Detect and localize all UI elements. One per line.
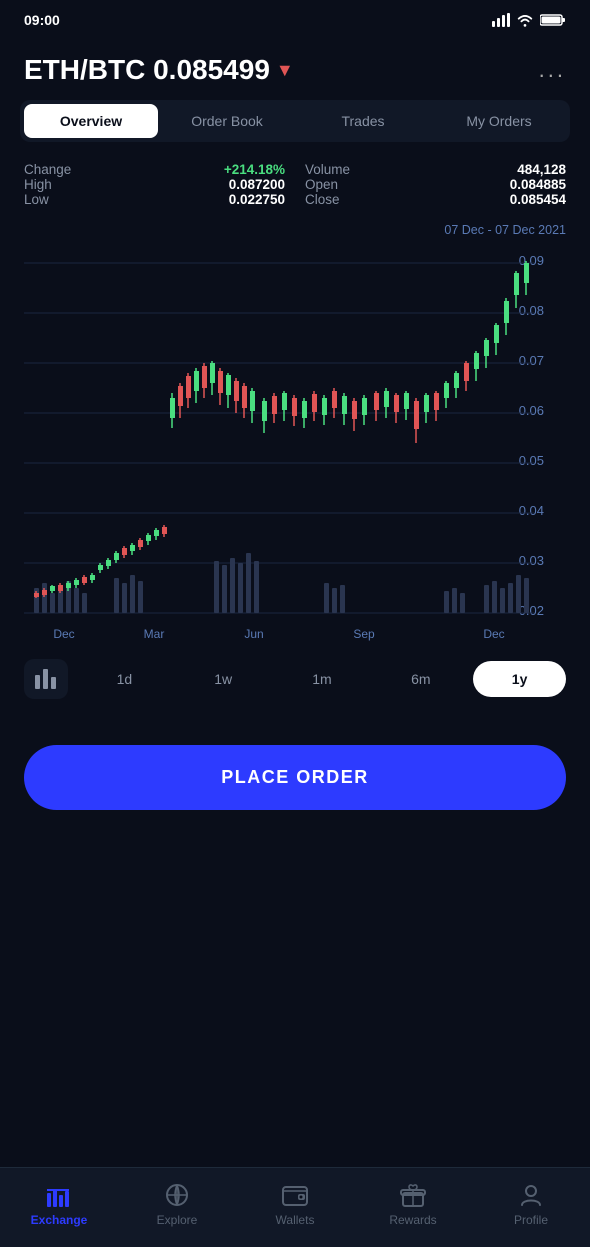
- nav-wallets-label: Wallets: [276, 1213, 315, 1227]
- nav-profile[interactable]: Profile: [501, 1182, 561, 1227]
- stats-left: Change +214.18% High 0.087200 Low 0.0227…: [24, 162, 285, 207]
- tab-myorders[interactable]: My Orders: [432, 104, 566, 138]
- place-order-section: PLACE ORDER: [0, 715, 590, 830]
- svg-text:Dec: Dec: [53, 627, 74, 641]
- svg-text:0.09: 0.09: [519, 253, 544, 268]
- time-range-selector: 1d 1w 1m 6m 1y: [0, 643, 590, 715]
- nav-exchange-label: Exchange: [31, 1213, 88, 1227]
- signal-icon: [492, 13, 510, 27]
- nav-rewards[interactable]: Rewards: [383, 1182, 443, 1227]
- pair-title[interactable]: ETH/BTC 0.085499 ▼: [24, 54, 294, 86]
- explore-icon: [164, 1182, 190, 1208]
- profile-icon: [518, 1182, 544, 1208]
- nav-explore[interactable]: Explore: [147, 1182, 207, 1227]
- tab-orderbook[interactable]: Order Book: [160, 104, 294, 138]
- timerange-1d[interactable]: 1d: [78, 661, 171, 697]
- timerange-1m[interactable]: 1m: [276, 661, 369, 697]
- svg-text:0.05: 0.05: [519, 453, 544, 468]
- stat-volume: Volume 484,128: [305, 162, 566, 177]
- wifi-icon: [516, 13, 534, 27]
- dropdown-chevron[interactable]: ▼: [276, 60, 294, 81]
- stat-open: Open 0.084885: [305, 177, 566, 192]
- svg-text:Mar: Mar: [144, 627, 165, 641]
- nav-rewards-label: Rewards: [389, 1213, 436, 1227]
- more-button[interactable]: ...: [539, 57, 566, 83]
- status-bar: 09:00: [0, 0, 590, 36]
- stat-low: Low 0.022750: [24, 192, 285, 207]
- bar-chart-icon: [35, 669, 57, 689]
- timerange-1y[interactable]: 1y: [473, 661, 566, 697]
- nav-wallets[interactable]: Wallets: [265, 1182, 325, 1227]
- chart-container: 0.09 0.08 0.07 0.06 0.05 0.04 0.03 0.02: [24, 243, 566, 643]
- exchange-icon: [46, 1182, 72, 1208]
- stat-high: High 0.087200: [24, 177, 285, 192]
- stats-right: Volume 484,128 Open 0.084885 Close 0.085…: [305, 162, 566, 207]
- nav-explore-label: Explore: [157, 1213, 198, 1227]
- svg-text:0.08: 0.08: [519, 303, 544, 318]
- date-range: 07 Dec - 07 Dec 2021: [0, 219, 590, 243]
- wallets-icon: [282, 1182, 308, 1208]
- svg-text:Sep: Sep: [353, 627, 375, 641]
- stat-change: Change +214.18%: [24, 162, 285, 177]
- svg-text:0.06: 0.06: [519, 403, 544, 418]
- tab-overview[interactable]: Overview: [24, 104, 158, 138]
- svg-text:0.04: 0.04: [519, 503, 544, 518]
- svg-text:0.03: 0.03: [519, 553, 544, 568]
- svg-text:0.02: 0.02: [519, 603, 544, 618]
- nav-exchange[interactable]: Exchange: [29, 1182, 89, 1227]
- status-icons: [492, 13, 566, 27]
- pair-label: ETH/BTC 0.085499: [24, 54, 270, 86]
- place-order-button[interactable]: PLACE ORDER: [24, 745, 566, 810]
- timerange-1w[interactable]: 1w: [177, 661, 270, 697]
- header: ETH/BTC 0.085499 ▼ ...: [0, 36, 590, 100]
- nav-profile-label: Profile: [514, 1213, 548, 1227]
- time-display: 09:00: [24, 12, 60, 28]
- svg-text:0.07: 0.07: [519, 353, 544, 368]
- rewards-icon: [400, 1182, 426, 1208]
- stat-close: Close 0.085454: [305, 192, 566, 207]
- battery-icon: [540, 13, 566, 27]
- stats-panel: Change +214.18% High 0.087200 Low 0.0227…: [0, 158, 590, 219]
- svg-text:Jun: Jun: [244, 627, 263, 641]
- bottom-nav: Exchange Explore Wallets: [0, 1167, 590, 1247]
- svg-text:Dec: Dec: [483, 627, 504, 641]
- tabs-container: Overview Order Book Trades My Orders: [20, 100, 570, 142]
- tab-trades[interactable]: Trades: [296, 104, 430, 138]
- chart-type-button[interactable]: [24, 659, 68, 699]
- timerange-6m[interactable]: 6m: [374, 661, 467, 697]
- candlestick-chart: 0.09 0.08 0.07 0.06 0.05 0.04 0.03 0.02: [24, 243, 566, 643]
